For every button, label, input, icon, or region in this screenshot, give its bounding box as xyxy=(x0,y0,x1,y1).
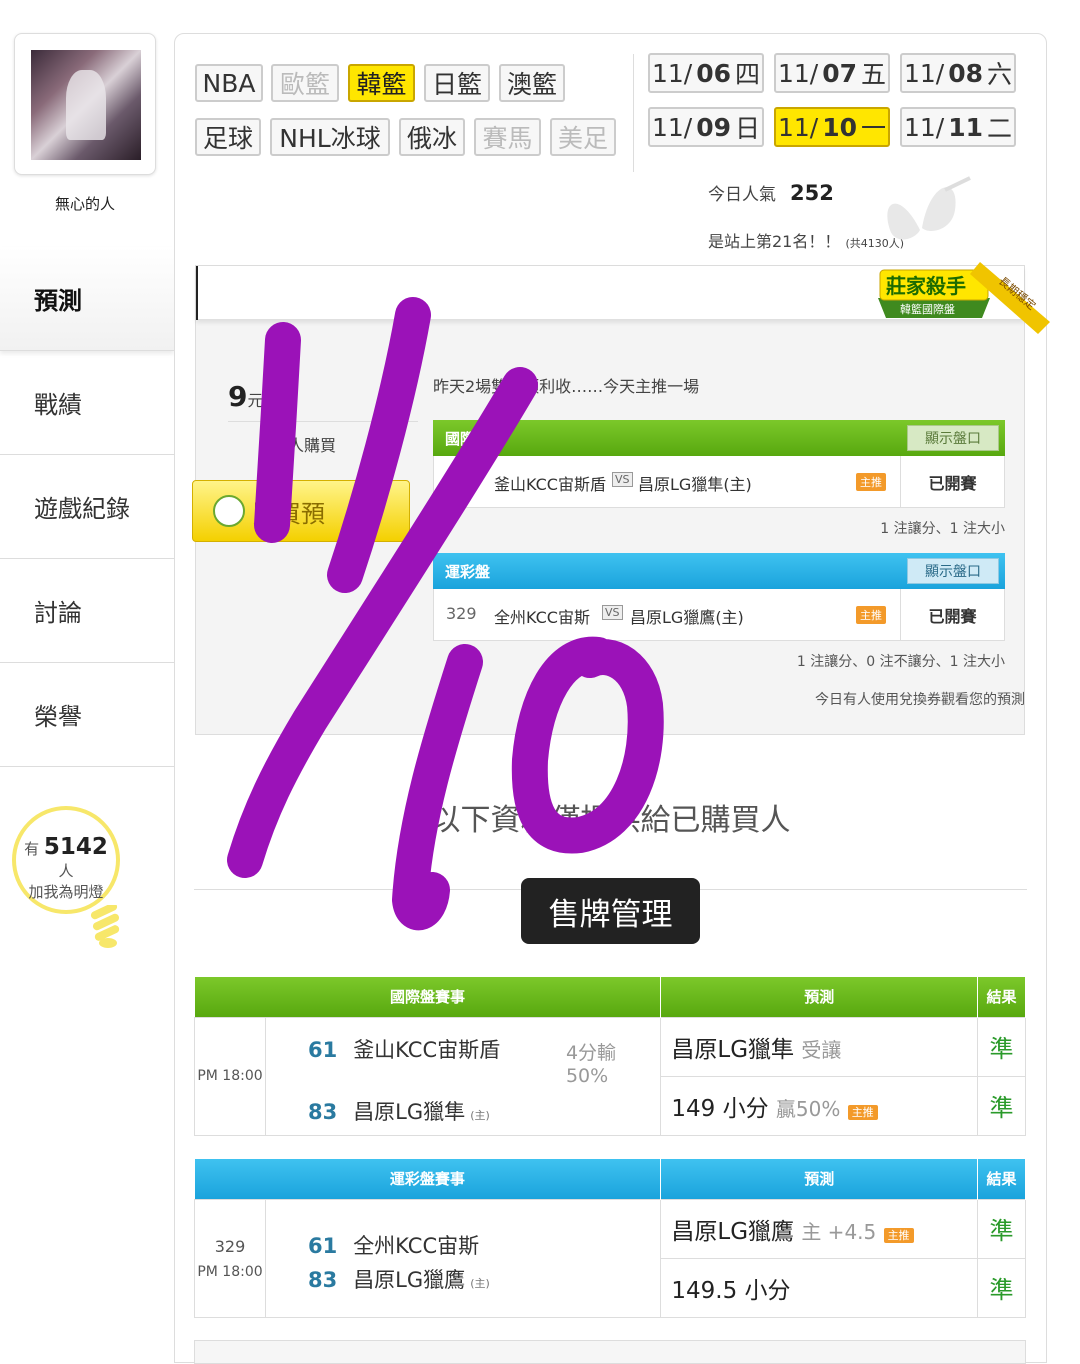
lottery-result-2: 準 xyxy=(977,1257,1026,1318)
popularity: 今日人氣 252 xyxy=(708,181,834,205)
lottery-results-table: 運彩盤賽事 預測 結果 329 PM 18:00 61 全州KCC宙斯 83 昌原LG… xyxy=(194,1159,1026,1318)
intl-results-table: 國際盤賽事 預測 結果 PM 18:00 61 釜山KCC宙斯盾 4分輸 50% … xyxy=(194,977,1026,1136)
col-result: 結果 xyxy=(977,977,1026,1017)
tag-american-football[interactable]: 美足 xyxy=(550,118,616,156)
badge-title: 莊家殺手 xyxy=(886,274,966,298)
tag-korea-basketball[interactable]: 韓籃 xyxy=(348,64,415,102)
only-buyers-text: 以下資料僅提供給已購買人 xyxy=(430,803,791,838)
lottery-pred-2: 149.5 小分 xyxy=(660,1257,979,1318)
date-1111[interactable]: 11/11 二 xyxy=(900,107,1016,147)
lottery-show-odds-button[interactable]: 顯示盤口 xyxy=(907,558,999,584)
game-time: PM 18:00 xyxy=(194,1016,266,1136)
intl-line: 4分輸 50% xyxy=(565,1041,617,1087)
date-1107[interactable]: 11/07 五 xyxy=(774,53,890,93)
tag-euro-basketball[interactable]: 歐籃 xyxy=(271,64,339,102)
intl-game-row: 釜山KCC宙斯盾 VS 昌原LG獵隼(主) 主推 已開賽 xyxy=(433,456,1005,508)
buy-prediction-button[interactable]: 購買預 xyxy=(192,480,410,542)
lottery-bar: 運彩盤 顯示盤口 xyxy=(433,553,1005,589)
fans-prefix: 有 xyxy=(24,840,40,858)
next-panel-edge xyxy=(194,1340,1026,1364)
tag-russia-hockey[interactable]: 俄冰 xyxy=(399,118,465,156)
username[interactable]: 無心的人 xyxy=(0,193,170,214)
lottery-result-1: 準 xyxy=(977,1198,1026,1259)
tag-japan-basketball[interactable]: 日籃 xyxy=(424,64,490,102)
sidebar-item-record[interactable]: 戰績 xyxy=(0,351,174,455)
lottery-section: 運彩盤 顯示盤口 329 全州KCC宙斯 VS 昌原LG獵鷹(主) 主推 已開賽 … xyxy=(433,553,1005,671)
col-prediction: 預測 xyxy=(660,1159,979,1199)
buyers-label: 人購買 xyxy=(228,421,418,456)
fans-suffix: 人 xyxy=(58,862,74,880)
lottery-note: 1 注讓分、0 注不讓分、1 注大小 xyxy=(796,654,1005,670)
date-1108[interactable]: 11/08 六 xyxy=(900,53,1016,93)
date-1110[interactable]: 11/10 一 xyxy=(774,107,890,147)
coin-icon xyxy=(213,495,245,527)
col-prediction: 預測 xyxy=(660,977,979,1017)
intl-bar: 國際盤 顯示盤口 xyxy=(433,420,1005,456)
tag-horse-racing[interactable]: 賽馬 xyxy=(474,118,541,156)
dealer-killer-badge: 莊家殺手 韓籃國際盤 長期穩定 xyxy=(878,262,1050,334)
tag-nhl[interactable]: NHL冰球 xyxy=(270,118,390,156)
col-result: 結果 xyxy=(977,1159,1026,1199)
intl-section: 國際盤 顯示盤口 釜山KCC宙斯盾 VS 昌原LG獵隼(主) 主推 已開賽 1 注… xyxy=(433,420,1005,538)
avatar[interactable] xyxy=(14,33,156,175)
game-time: 329 PM 18:00 xyxy=(194,1198,266,1318)
lottery-teams: 61 全州KCC宙斯 83 昌原LG獵鷹 (主) xyxy=(264,1198,662,1318)
sidebar-item-honor[interactable]: 榮譽 xyxy=(0,663,174,767)
intl-result-2: 準 xyxy=(977,1075,1026,1136)
badge-sub: 韓籃國際盤 xyxy=(900,302,955,316)
sell-management-tooltip[interactable]: 售牌管理 xyxy=(521,878,700,944)
tag-nba[interactable]: NBA xyxy=(195,64,263,102)
col-event: 運彩盤賽事 xyxy=(194,1159,662,1199)
intl-pred-1: 昌原LG獵隼 受讓 xyxy=(660,1016,979,1077)
sidebar-item-predict[interactable]: 預測 xyxy=(0,247,174,351)
sidebar-item-game-log[interactable]: 遊戲紀錄 xyxy=(0,455,174,559)
intl-pred-2: 149 小分 贏50% 主推 xyxy=(660,1075,979,1136)
avatar-image xyxy=(31,50,141,160)
price-area: 9元噓幣 人購買 xyxy=(228,380,418,456)
sidebar-item-discuss[interactable]: 討論 xyxy=(0,559,174,663)
intl-note: 1 注讓分、1 注大小 xyxy=(880,521,1005,537)
lottery-pred-1: 昌原LG獵鷹 主 +4.5 主推 xyxy=(660,1198,979,1259)
intl-result-1: 準 xyxy=(977,1016,1026,1077)
tag-soccer[interactable]: 足球 xyxy=(195,118,261,156)
fans-label: 加我為明燈 xyxy=(28,883,104,901)
viewed-note: 今日有人使用兌換券觀看您的預測 xyxy=(815,692,1025,708)
lottery-status: 已開賽 xyxy=(900,589,1004,640)
date-1106[interactable]: 11/06 四 xyxy=(648,53,764,93)
bulb-base-icon xyxy=(90,905,120,948)
fans-bulb[interactable]: 有 5142 人 加我為明燈 xyxy=(12,806,120,914)
date-1109[interactable]: 11/09 日 xyxy=(648,107,764,147)
tag-aus-basketball[interactable]: 澳籃 xyxy=(499,64,565,102)
col-event: 國際盤賽事 xyxy=(194,977,662,1017)
divider xyxy=(633,54,634,172)
lottery-game-row: 329 全州KCC宙斯 VS 昌原LG獵鷹(主) 主推 已開賽 xyxy=(433,589,1005,641)
butterfly-icon xyxy=(887,176,971,240)
intl-show-odds-button[interactable]: 顯示盤口 xyxy=(907,425,999,451)
fans-count: 5142 xyxy=(43,834,108,860)
intl-status: 已開賽 xyxy=(900,456,1004,507)
prediction-intro: 昨天2場雙推順利收……今天主推一場 xyxy=(433,377,700,396)
intl-teams: 61 釜山KCC宙斯盾 4分輸 50% 83 昌原LG獵隼 (主) xyxy=(264,1016,662,1136)
